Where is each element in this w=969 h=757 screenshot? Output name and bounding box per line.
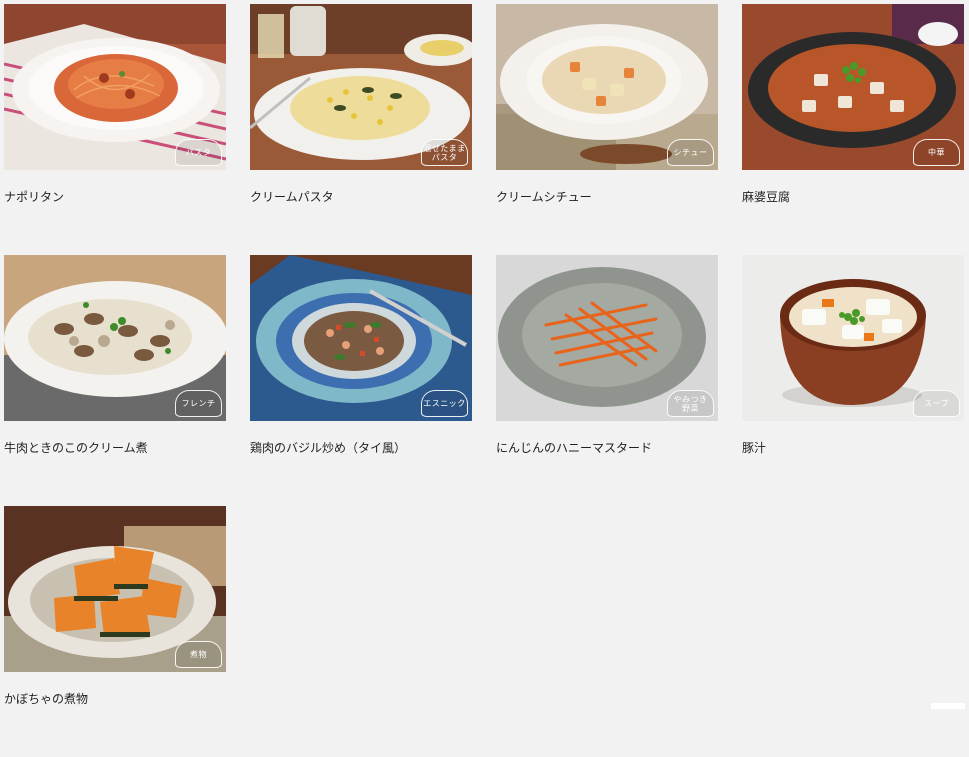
recipe-card-honey-mustard-carrot[interactable]: やみつき 野菜 にんじんのハニーマスタード — [496, 255, 718, 506]
recipe-title[interactable]: にんじんのハニーマスタード — [496, 441, 652, 455]
recipe-photo[interactable]: やみつき 野菜 — [496, 255, 718, 421]
recipe-title[interactable]: 豚汁 — [742, 441, 766, 455]
recipe-photo[interactable]: スープ — [742, 255, 964, 421]
recipe-title[interactable]: クリームパスタ — [250, 190, 334, 204]
category-badge: 煮物 — [175, 641, 222, 668]
recipe-photo[interactable]: 混ぜたまま パスタ — [250, 4, 472, 170]
category-badge: エスニック — [421, 390, 468, 417]
recipe-card-tonjiru[interactable]: スープ 豚汁 — [742, 255, 964, 506]
recipe-title[interactable]: 鶏肉のバジル炒め（タイ風） — [250, 441, 406, 455]
recipe-title[interactable]: ナポリタン — [4, 190, 64, 204]
category-badge: 中華 — [913, 139, 960, 166]
recipe-card-mapo-tofu[interactable]: 中華 麻婆豆腐 — [742, 4, 964, 255]
category-badge: やみつき 野菜 — [667, 390, 714, 417]
category-badge: フレンチ — [175, 390, 222, 417]
recipe-card-chicken-basil[interactable]: エスニック 鶏肉のバジル炒め（タイ風） — [250, 255, 472, 506]
category-badge: スープ — [913, 390, 960, 417]
recipe-card-kabocha-nimono[interactable]: 煮物 かぼちゃの煮物 — [4, 506, 226, 757]
recipe-title[interactable]: 牛肉ときのこのクリーム煮 — [4, 441, 148, 455]
category-badge: パスタ — [175, 139, 222, 166]
recipe-photo[interactable]: 中華 — [742, 4, 964, 170]
recipe-card-napolitan[interactable]: パスタ ナポリタン — [4, 4, 226, 255]
recipe-title[interactable]: クリームシチュー — [496, 190, 592, 204]
category-badge: 混ぜたまま パスタ — [421, 139, 468, 166]
scroll-corner — [931, 703, 965, 709]
recipe-photo[interactable]: パスタ — [4, 4, 226, 170]
recipe-photo[interactable]: エスニック — [250, 255, 472, 421]
recipe-photo[interactable]: フレンチ — [4, 255, 226, 421]
recipe-photo[interactable]: 煮物 — [4, 506, 226, 672]
recipe-card-cream-stew[interactable]: シチュー クリームシチュー — [496, 4, 718, 255]
recipe-card-cream-pasta[interactable]: 混ぜたまま パスタ クリームパスタ — [250, 4, 472, 255]
recipe-title[interactable]: 麻婆豆腐 — [742, 190, 790, 204]
recipe-card-beef-mushroom-cream[interactable]: フレンチ 牛肉ときのこのクリーム煮 — [4, 255, 226, 506]
category-badge: シチュー — [667, 139, 714, 166]
recipe-photo[interactable]: シチュー — [496, 4, 718, 170]
recipe-grid: パスタ ナポリタン — [4, 4, 964, 757]
recipe-title[interactable]: かぼちゃの煮物 — [4, 692, 88, 706]
